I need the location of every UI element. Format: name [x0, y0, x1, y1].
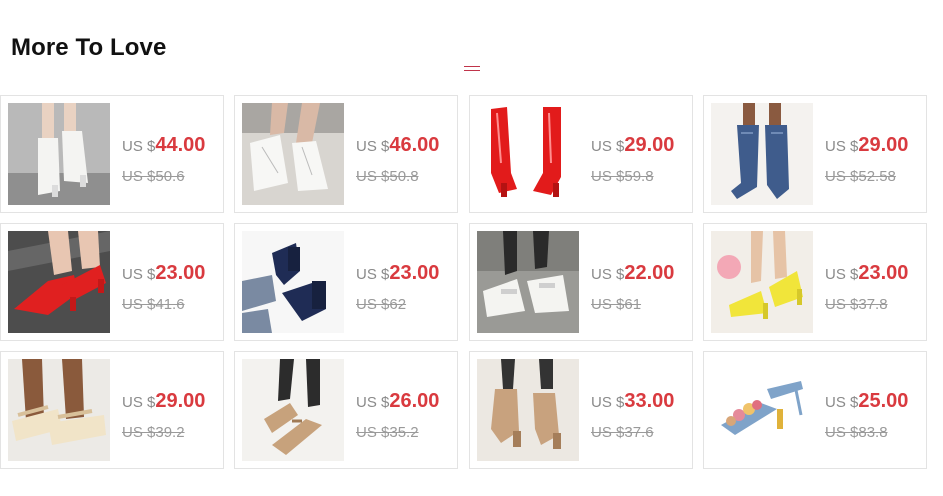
- product-image[interactable]: [242, 231, 344, 333]
- original-price: US $37.8: [825, 296, 888, 313]
- original-price: US $61: [591, 296, 642, 313]
- original-price: US $83.8: [825, 424, 888, 441]
- original-price: US $41.6: [122, 296, 185, 313]
- price: US $44.00: [122, 134, 206, 156]
- price: US $22.00: [591, 262, 675, 284]
- product-card[interactable]: US $22.00 US $61: [469, 223, 693, 341]
- price: US $33.00: [591, 390, 675, 412]
- original-price: US $62: [356, 296, 407, 313]
- original-price: US $37.6: [591, 424, 654, 441]
- price: US $29.00: [825, 134, 909, 156]
- original-price: US $59.8: [591, 168, 654, 185]
- price: US $23.00: [356, 262, 440, 284]
- price: US $29.00: [122, 390, 206, 412]
- original-price: US $52.58: [825, 168, 896, 185]
- product-card[interactable]: US $29.00 US $52.58: [703, 95, 927, 213]
- price: US $46.00: [356, 134, 440, 156]
- product-card[interactable]: US $25.00 US $83.8: [703, 351, 927, 469]
- product-image[interactable]: [477, 103, 579, 205]
- product-image[interactable]: [711, 231, 813, 333]
- original-price: US $50.8: [356, 168, 419, 185]
- product-image[interactable]: [8, 359, 110, 461]
- product-card[interactable]: US $29.00 US $59.8: [469, 95, 693, 213]
- product-image[interactable]: [477, 231, 579, 333]
- product-card[interactable]: US $44.00 US $50.6: [0, 95, 224, 213]
- price: US $26.00: [356, 390, 440, 412]
- price: US $29.00: [591, 134, 675, 156]
- section-title: More To Love: [11, 34, 167, 61]
- product-card[interactable]: US $46.00 US $50.8: [234, 95, 458, 213]
- price: US $23.00: [122, 262, 206, 284]
- product-image[interactable]: [477, 359, 579, 461]
- section-divider-mark: [464, 66, 480, 72]
- product-card[interactable]: US $23.00 US $62: [234, 223, 458, 341]
- price: US $25.00: [825, 390, 909, 412]
- original-price: US $50.6: [122, 168, 185, 185]
- original-price: US $39.2: [122, 424, 185, 441]
- product-card[interactable]: US $26.00 US $35.2: [234, 351, 458, 469]
- original-price: US $35.2: [356, 424, 419, 441]
- product-image[interactable]: [8, 103, 110, 205]
- product-card[interactable]: US $33.00 US $37.6: [469, 351, 693, 469]
- product-card[interactable]: US $23.00 US $41.6: [0, 223, 224, 341]
- product-image[interactable]: [711, 359, 813, 461]
- product-card[interactable]: US $29.00 US $39.2: [0, 351, 224, 469]
- product-image[interactable]: [711, 103, 813, 205]
- product-image[interactable]: [242, 359, 344, 461]
- product-card[interactable]: US $23.00 US $37.8: [703, 223, 927, 341]
- price: US $23.00: [825, 262, 909, 284]
- product-image[interactable]: [242, 103, 344, 205]
- product-image[interactable]: [8, 231, 110, 333]
